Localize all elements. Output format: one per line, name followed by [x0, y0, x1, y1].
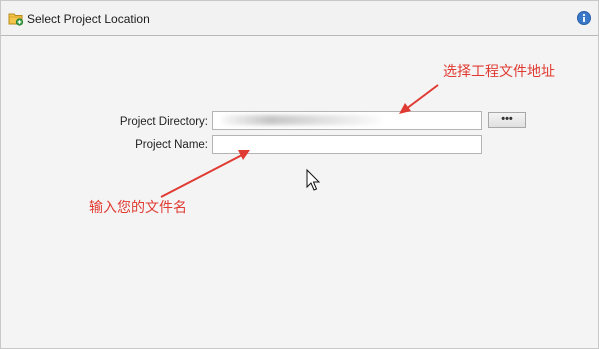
redacted-path-text [222, 115, 382, 125]
project-name-input[interactable] [212, 135, 482, 154]
folder-add-icon [8, 11, 24, 26]
project-name-label: Project Name: [135, 139, 208, 151]
browse-button[interactable]: ••• [488, 112, 526, 128]
dialog-header: Select Project Location [1, 1, 598, 36]
dialog-title: Select Project Location [27, 12, 150, 26]
info-icon[interactable] [577, 11, 591, 25]
project-directory-label: Project Directory: [119, 116, 208, 128]
directory-hint-annotation: 选择工程文件地址 [443, 64, 555, 80]
dialog-window: Select Project Location [0, 0, 599, 349]
name-hint-annotation: 输入您的文件名 [89, 200, 187, 216]
